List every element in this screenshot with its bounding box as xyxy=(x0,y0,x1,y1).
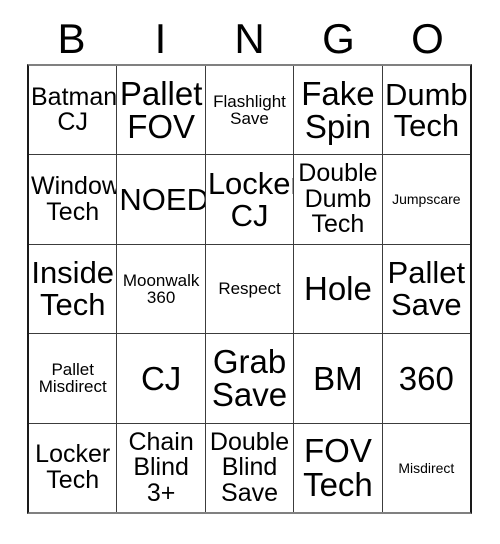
bingo-cell-n4[interactable]: Grab Save xyxy=(204,334,294,423)
bingo-cell-label: Inside Tech xyxy=(31,255,115,323)
bingo-cell-label: Flashlight Save xyxy=(213,91,286,129)
bingo-cell-label: Batman CJ xyxy=(31,82,117,137)
bingo-cell-label: 360 xyxy=(398,359,454,397)
bingo-row: Batman CJ Pallet FOV Flashlight Save Fak… xyxy=(29,66,471,155)
bingo-cell-n2[interactable]: Locker CJ xyxy=(204,155,294,244)
bingo-cell-label: Pallet Save xyxy=(387,255,466,323)
bingo-cell-i2[interactable]: NOED xyxy=(116,155,205,244)
bingo-cell-label: Respect xyxy=(218,279,281,299)
header-letter-g: G xyxy=(322,15,355,62)
bingo-cell-label: Double Blind Save xyxy=(209,427,290,507)
bingo-cell-g1[interactable]: Fake Spin xyxy=(293,66,382,155)
bingo-cell-g3[interactable]: Hole xyxy=(293,244,382,334)
bingo-cell-o1[interactable]: Dumb Tech xyxy=(381,66,471,155)
bingo-cell-i5[interactable]: Chain Blind 3+ xyxy=(116,423,205,513)
bingo-cell-label: CJ xyxy=(140,359,182,397)
header-letter-o: O xyxy=(411,15,444,62)
bingo-cell-label: FOV Tech xyxy=(303,432,373,503)
bingo-cell-label: Moonwalk 360 xyxy=(122,270,200,308)
header-letter-b: B xyxy=(57,15,86,62)
bingo-cell-label: Pallet FOV xyxy=(119,74,203,146)
bingo-cell-o2[interactable]: Jumpscare xyxy=(381,155,471,244)
bingo-cell-n1[interactable]: Flashlight Save xyxy=(204,66,294,155)
bingo-cell-o3[interactable]: Pallet Save xyxy=(381,244,471,334)
bingo-cell-label: Hole xyxy=(303,270,372,308)
bingo-cell-o4[interactable]: 360 xyxy=(381,334,471,423)
bingo-cell-g5[interactable]: FOV Tech xyxy=(293,423,382,513)
bingo-grid: Batman CJ Pallet FOV Flashlight Save Fak… xyxy=(27,64,472,514)
bingo-cell-label: Grab Save xyxy=(211,342,288,414)
bingo-cell-label: Misdirect xyxy=(398,459,455,476)
bingo-cell-label: NOED xyxy=(119,181,205,217)
bingo-header-row: B I N G O xyxy=(27,14,472,64)
bingo-cell-i4[interactable]: CJ xyxy=(116,334,205,423)
bingo-cell-b5[interactable]: Locker Tech xyxy=(29,423,117,513)
bingo-row: Window Tech NOED Locker CJ Double Dumb T… xyxy=(29,154,471,244)
bingo-cell-n5[interactable]: Double Blind Save xyxy=(204,423,294,513)
bingo-cell-label: Locker Tech xyxy=(35,440,111,494)
bingo-cell-g4[interactable]: BM xyxy=(293,334,382,423)
bingo-cell-i1[interactable]: Pallet FOV xyxy=(116,66,205,155)
bingo-row: Inside Tech Moonwalk 360 Respect Hole Pa… xyxy=(29,243,471,334)
bingo-cell-i3[interactable]: Moonwalk 360 xyxy=(116,244,205,334)
bingo-cell-label: Locker CJ xyxy=(207,166,294,233)
bingo-cell-n3[interactable]: Respect xyxy=(204,244,294,334)
bingo-cell-label: Dumb Tech xyxy=(384,76,468,144)
bingo-cell-label: Jumpscare xyxy=(392,191,461,208)
header-letter-n: N xyxy=(234,15,265,62)
bingo-cell-label: Chain Blind 3+ xyxy=(128,427,194,507)
bingo-row: Locker Tech Chain Blind 3+ Double Blind … xyxy=(29,422,471,513)
bingo-card: B I N G O Batman CJ Pallet FOV Flashligh… xyxy=(0,0,500,544)
bingo-cell-b1[interactable]: Batman CJ xyxy=(29,66,117,155)
bingo-cell-label: BM xyxy=(313,359,363,397)
bingo-cell-label: Fake Spin xyxy=(301,74,375,146)
bingo-cell-label: Double Dumb Tech xyxy=(298,159,378,239)
bingo-row: Pallet Misdirect CJ Grab Save BM 360 xyxy=(29,333,471,423)
bingo-cell-b2[interactable]: Window Tech xyxy=(29,155,117,244)
bingo-cell-label: Window Tech xyxy=(31,172,117,226)
bingo-cell-b4[interactable]: Pallet Misdirect xyxy=(29,334,117,423)
bingo-cell-o5[interactable]: Misdirect xyxy=(381,423,471,513)
bingo-cell-g2[interactable]: Double Dumb Tech xyxy=(293,155,382,244)
header-letter-i: I xyxy=(154,15,167,62)
bingo-cell-b3[interactable]: Inside Tech xyxy=(29,244,117,334)
bingo-cell-label: Pallet Misdirect xyxy=(38,360,107,397)
